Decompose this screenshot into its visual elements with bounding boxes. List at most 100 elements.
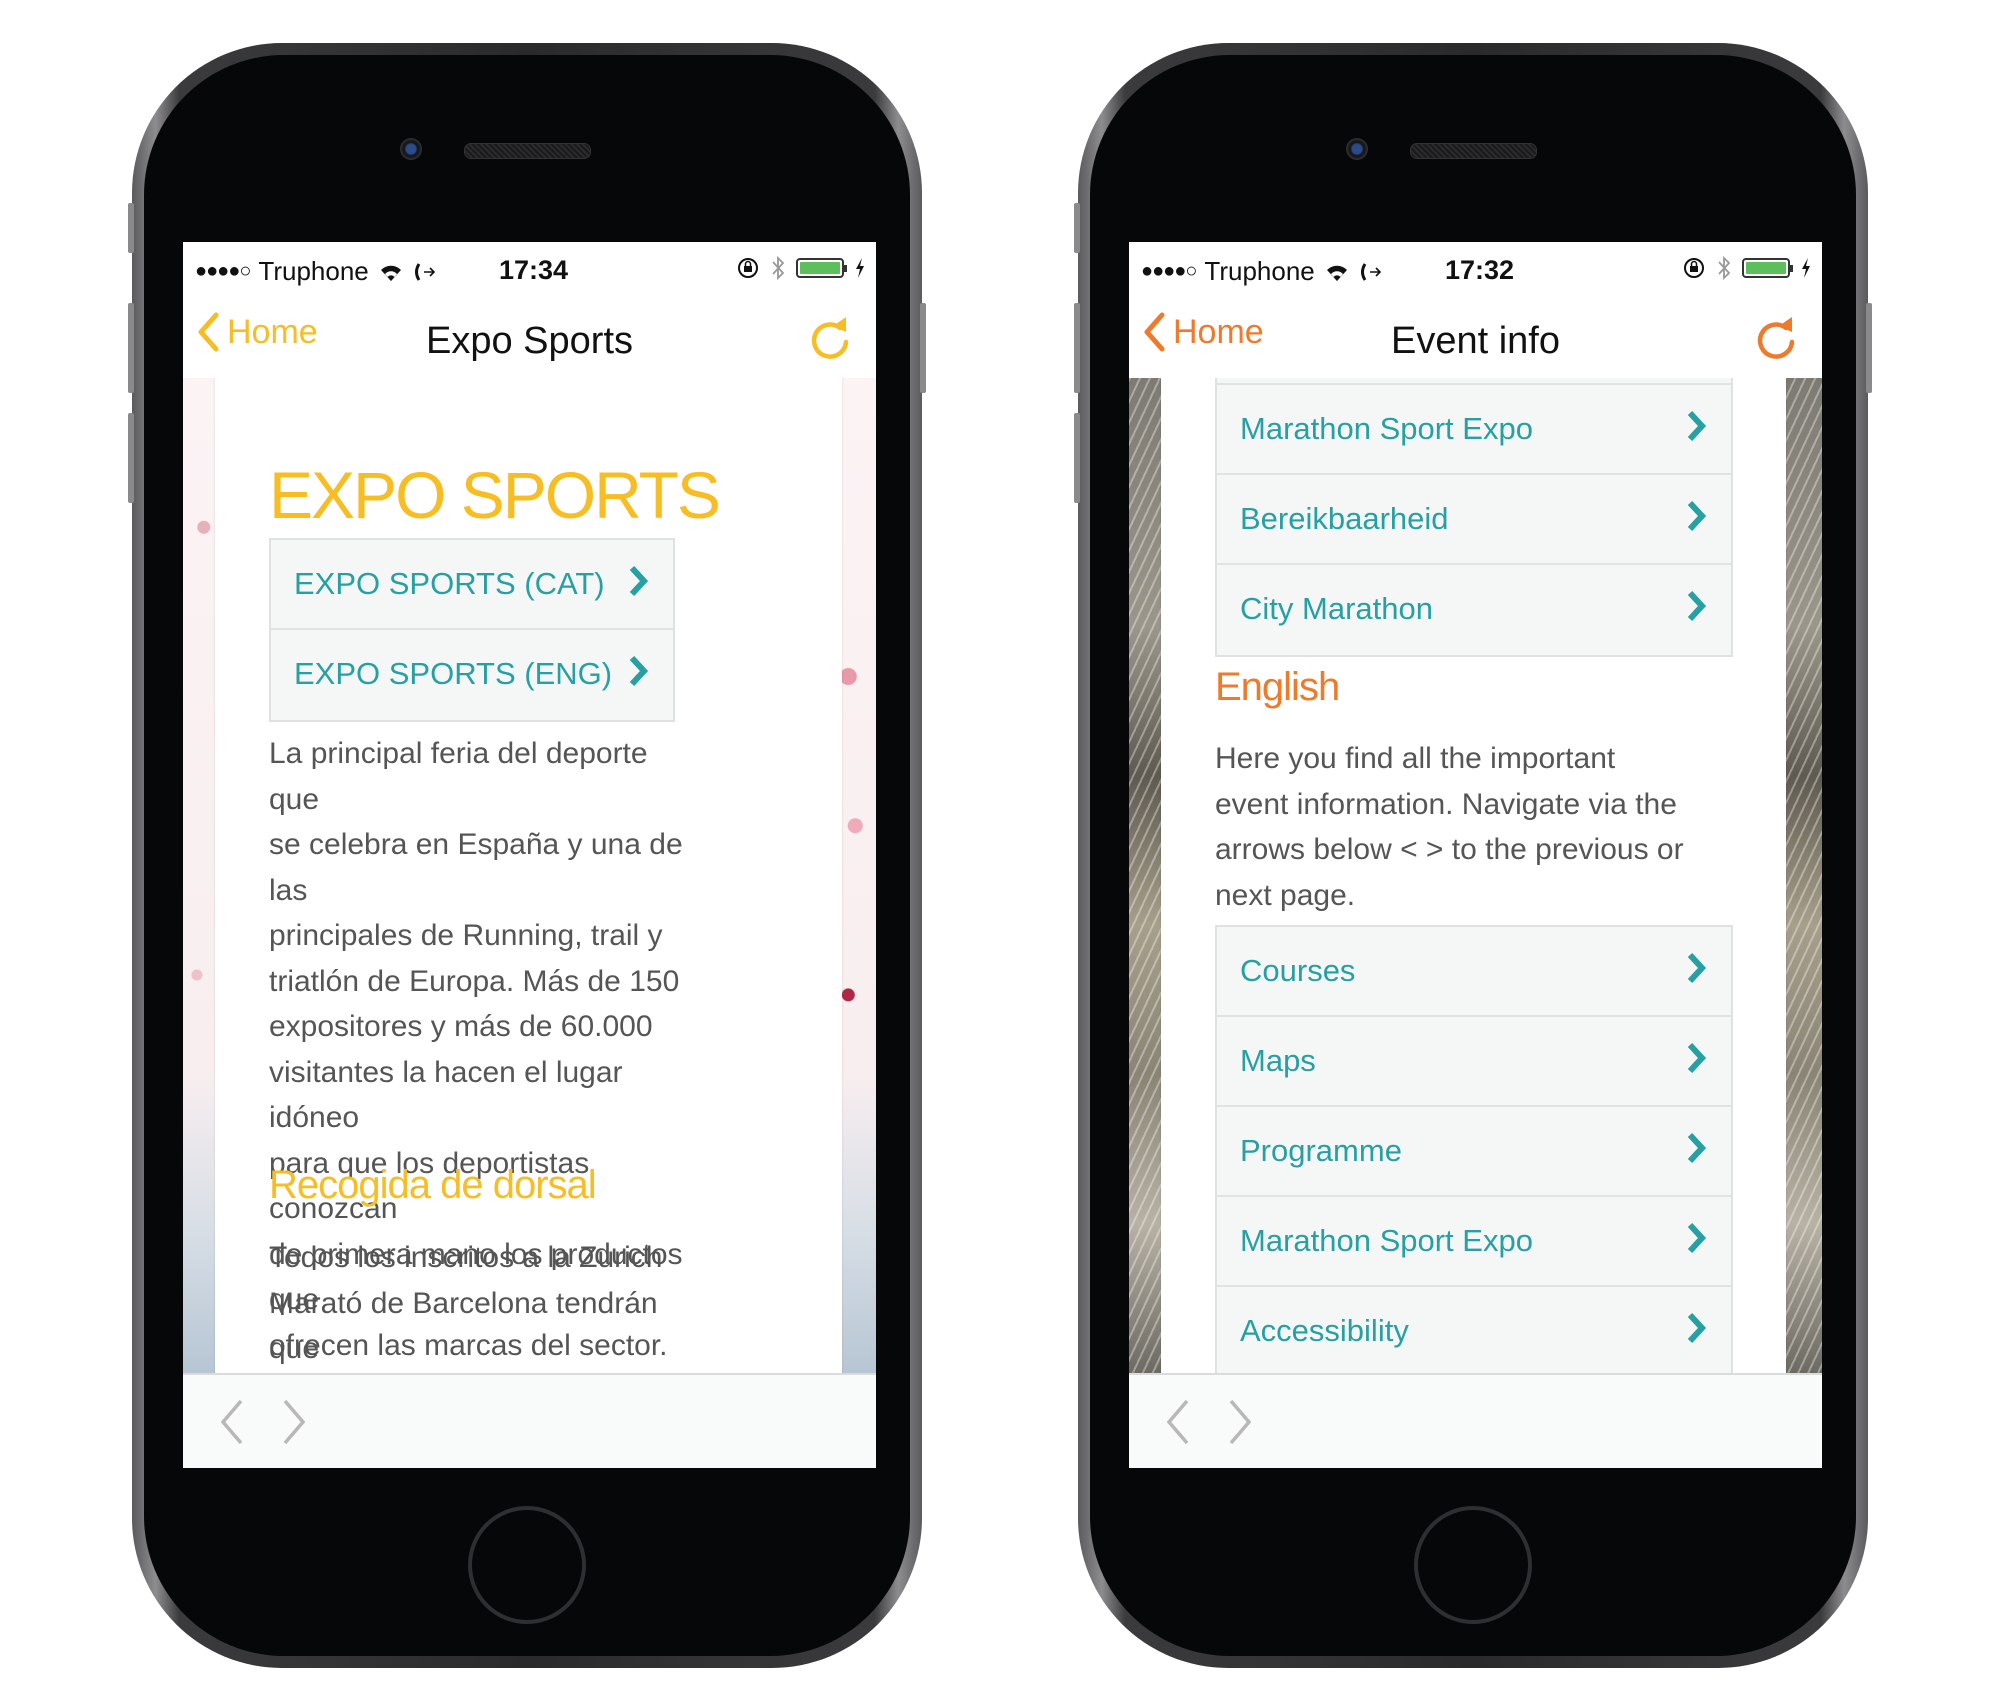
- navigation-bar: Home Expo Sports: [183, 300, 876, 378]
- list-item-label: Accessibility: [1240, 1313, 1409, 1348]
- paragraph-line: se celebra en España y una de las: [269, 828, 683, 907]
- wifi-icon: [380, 265, 401, 281]
- power-button: [920, 303, 926, 393]
- list-item-label: Programme: [1240, 1133, 1402, 1168]
- paragraph-line: Marató de Barcelona tendrán que: [269, 1286, 658, 1366]
- english-links-list: Courses Maps Programme Marathon Sport Ex…: [1215, 925, 1733, 1373]
- front-camera: [1346, 138, 1368, 160]
- list-item-label: City Marathon: [1240, 591, 1433, 626]
- call-forward-icon: [414, 262, 435, 281]
- section-heading: Recogida de dorsal: [269, 1163, 597, 1207]
- navigation-bar: Home Event info: [1129, 300, 1822, 378]
- power-button: [1866, 303, 1872, 393]
- mute-switch: [1074, 203, 1080, 253]
- volume-up-button: [1074, 303, 1080, 393]
- chevron-right-icon: [629, 655, 649, 687]
- content-area[interactable]: EXPO SPORTS EXPO SPORTS (CAT) EXPO SPORT…: [183, 378, 876, 1373]
- signal-strength: ●●●●○: [195, 260, 251, 282]
- chevron-right-icon: [1687, 1132, 1707, 1164]
- content-card: Marathon Sport Expo Bereikbaarheid City …: [1161, 378, 1786, 1373]
- earpiece-speaker: [464, 143, 591, 159]
- call-forward-icon: [1360, 262, 1381, 281]
- paragraph-line: Here you find all the important: [1215, 742, 1616, 775]
- volume-down-button: [128, 413, 134, 503]
- carrier-name: Truphone: [258, 256, 369, 286]
- refresh-icon[interactable]: [1752, 314, 1800, 364]
- chevron-left-icon[interactable]: [1159, 1397, 1199, 1447]
- page-title: Event info: [1391, 320, 1560, 362]
- list-item-city-marathon[interactable]: City Marathon: [1217, 565, 1731, 655]
- paragraph-line: La principal feria del deporte que: [269, 737, 648, 816]
- chevron-right-icon[interactable]: [273, 1397, 313, 1447]
- status-time: 17:32: [1445, 255, 1515, 285]
- bottom-toolbar: [183, 1373, 876, 1468]
- charging-icon: [1802, 258, 1810, 278]
- list-item-label: Marathon Sport Expo: [1240, 1223, 1533, 1258]
- list-item-label: Bereikbaarheid: [1240, 501, 1449, 536]
- chevron-right-icon: [1687, 410, 1707, 442]
- home-button[interactable]: [1414, 1506, 1532, 1624]
- charging-icon: [856, 258, 864, 278]
- chevron-left-icon[interactable]: [213, 1397, 253, 1447]
- dutch-links-list: Marathon Sport Expo Bereikbaarheid City …: [1215, 378, 1733, 657]
- signal-strength: ●●●●○: [1141, 260, 1197, 282]
- status-bar: ●●●●○ Truphone 17:32: [1129, 242, 1822, 300]
- volume-down-button: [1074, 413, 1080, 503]
- battery-icon: [1742, 258, 1793, 278]
- bluetooth-icon: [1718, 255, 1731, 281]
- list-item-programme[interactable]: Programme: [1217, 1107, 1731, 1197]
- language-links-list: EXPO SPORTS (CAT) EXPO SPORTS (ENG): [269, 538, 675, 722]
- screen-expo-sports: ●●●●○ Truphone 17:34 Home Expo Sports EX…: [183, 242, 876, 1468]
- chevron-right-icon: [1687, 1312, 1707, 1344]
- paragraph-line: expositores y más de 60.000: [269, 1010, 653, 1043]
- paragraph-line: visitantes la hacen el lugar idóneo: [269, 1055, 623, 1135]
- english-intro-paragraph: Here you find all the important event in…: [1215, 736, 1735, 918]
- chevron-right-icon: [1687, 1042, 1707, 1074]
- mute-switch: [128, 203, 134, 253]
- list-item-courses[interactable]: Courses: [1217, 927, 1731, 1017]
- home-button[interactable]: [468, 1506, 586, 1624]
- list-item-bereikbaarheid[interactable]: Bereikbaarheid: [1217, 475, 1731, 565]
- phone-frame-right: ●●●●○ Truphone 17:32 Home Event info Mar…: [1074, 43, 1872, 1668]
- chevron-right-icon: [1687, 952, 1707, 984]
- list-item-accessibility[interactable]: Accessibility: [1217, 1287, 1731, 1373]
- page-title: Expo Sports: [426, 320, 633, 362]
- page-heading: EXPO SPORTS: [269, 458, 721, 532]
- list-item-label: Marathon Sport Expo: [1240, 411, 1533, 446]
- carrier-name: Truphone: [1204, 256, 1315, 286]
- paragraph-line: arrows below < > to the previous or: [1215, 833, 1684, 866]
- list-item-expo-sports-cat[interactable]: EXPO SPORTS (CAT): [271, 540, 673, 630]
- front-camera: [400, 138, 422, 160]
- section-paragraph: Todos los inscritos a la Zurich Marató d…: [269, 1235, 699, 1372]
- list-item-expo-sports-eng[interactable]: EXPO SPORTS (ENG): [271, 630, 673, 720]
- rotation-lock-icon: [1684, 258, 1704, 278]
- status-bar: ●●●●○ Truphone 17:34: [183, 242, 876, 300]
- list-item-label: Courses: [1240, 953, 1356, 988]
- paragraph-line: principales de Running, trail y: [269, 919, 663, 952]
- rotation-lock-icon: [738, 258, 758, 278]
- phone-frame-left: ●●●●○ Truphone 17:34 Home Expo Sports EX…: [128, 43, 926, 1668]
- bluetooth-icon: [772, 255, 785, 281]
- list-item-marathon-sport-expo[interactable]: Marathon Sport Expo: [1217, 1197, 1731, 1287]
- paragraph-line: triatlón de Europa. Más de 150: [269, 964, 680, 998]
- paragraph-line: next page.: [1215, 878, 1356, 912]
- list-item-label: EXPO SPORTS (CAT): [294, 566, 605, 601]
- list-item-marathon-sport-expo[interactable]: Marathon Sport Expo: [1217, 385, 1731, 475]
- refresh-icon[interactable]: [806, 314, 854, 364]
- wifi-icon: [1326, 265, 1347, 281]
- content-card: EXPO SPORTS EXPO SPORTS (CAT) EXPO SPORT…: [215, 378, 842, 1373]
- list-item-maps[interactable]: Maps: [1217, 1017, 1731, 1107]
- chevron-right-icon: [1687, 1222, 1707, 1254]
- list-item-label: EXPO SPORTS (ENG): [294, 656, 613, 691]
- list-divider: [1217, 378, 1731, 385]
- chevron-right-icon[interactable]: [1219, 1397, 1259, 1447]
- battery-icon: [796, 258, 847, 278]
- chevron-right-icon: [629, 565, 649, 597]
- content-area[interactable]: Marathon Sport Expo Bereikbaarheid City …: [1129, 378, 1822, 1373]
- bottom-toolbar: [1129, 1373, 1822, 1468]
- section-heading-english: English: [1215, 665, 1340, 709]
- chevron-right-icon: [1687, 500, 1707, 532]
- paragraph-line: event information. Navigate via the: [1215, 787, 1677, 821]
- chevron-right-icon: [1687, 590, 1707, 622]
- volume-up-button: [128, 303, 134, 393]
